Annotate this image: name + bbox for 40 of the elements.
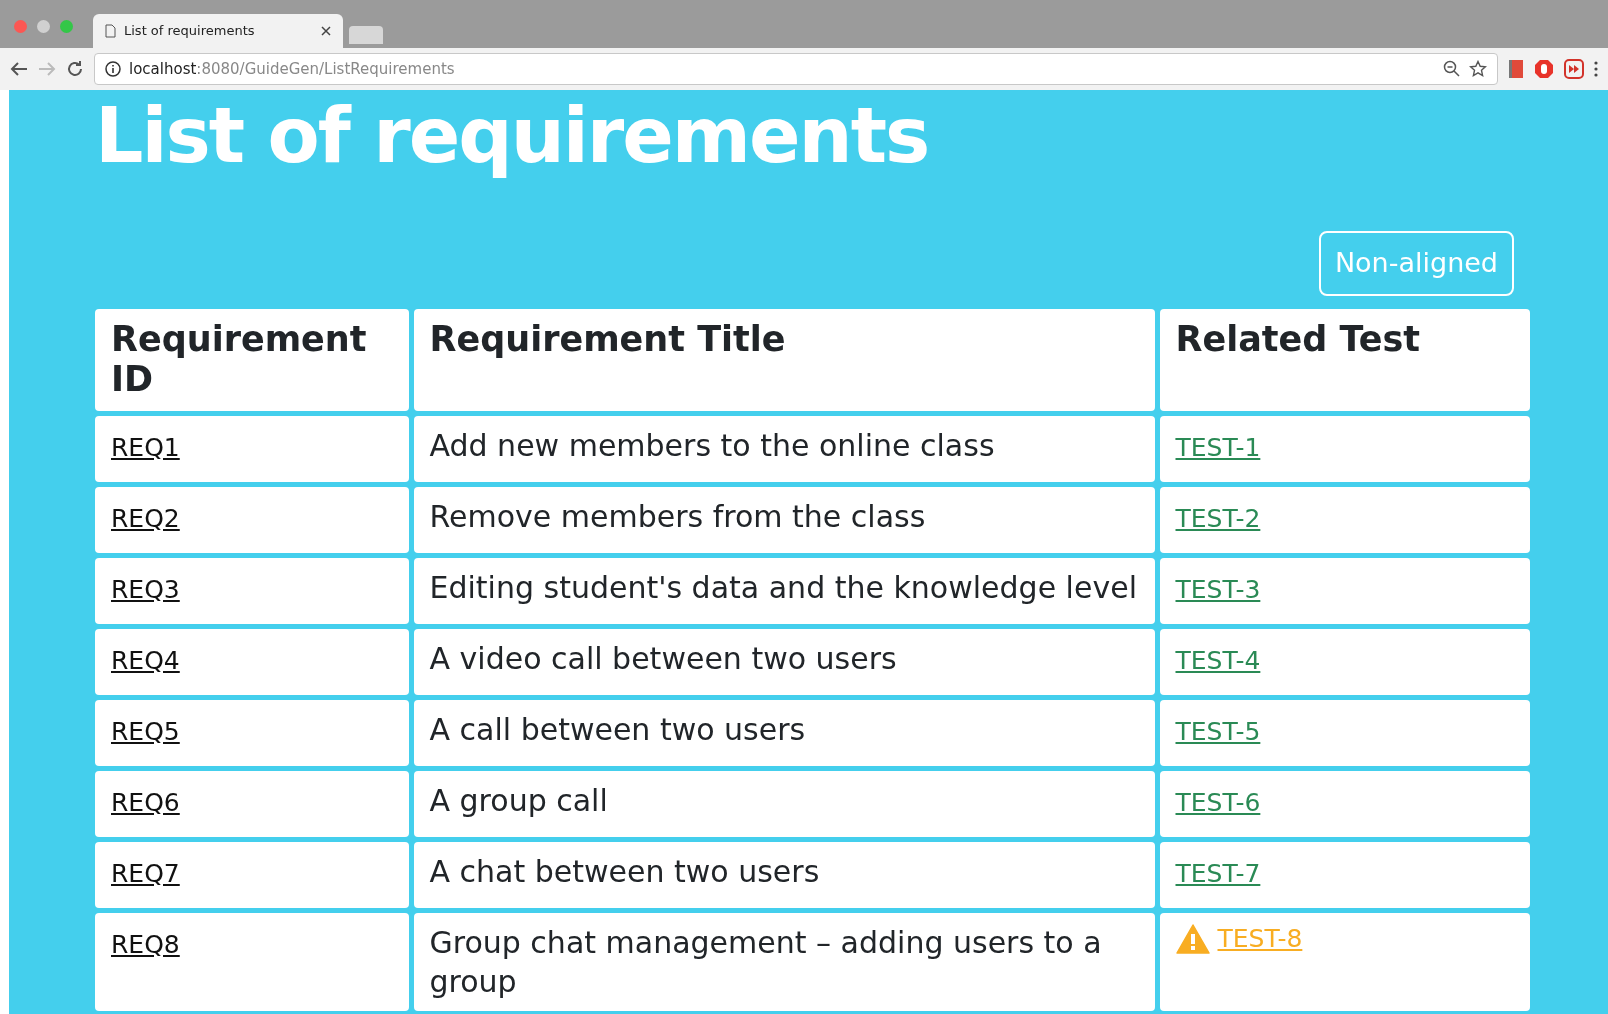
back-icon[interactable]	[10, 61, 28, 77]
zoom-out-icon[interactable]	[1443, 60, 1461, 78]
requirement-id-link[interactable]: REQ4	[111, 645, 180, 675]
requirement-id-link[interactable]: REQ6	[111, 787, 180, 817]
test-link[interactable]: TEST-1	[1175, 431, 1261, 464]
browser-tab[interactable]: List of requirements	[93, 14, 343, 48]
page-icon	[105, 24, 116, 38]
table-cell: Editing student's data and the knowledge level	[413, 557, 1155, 624]
column-header: Requirement ID	[95, 308, 409, 411]
requirement-id-link[interactable]: REQ7	[111, 858, 180, 888]
menu-icon[interactable]	[1594, 61, 1598, 77]
table-cell: A call between two users	[413, 699, 1155, 766]
url-text: localhost:8080/GuideGen/ListRequirements	[129, 58, 456, 80]
star-icon[interactable]	[1469, 60, 1487, 78]
table-cell: Remove members from the class	[413, 486, 1155, 553]
test-link[interactable]: TEST-3	[1175, 573, 1261, 606]
test-link[interactable]: TEST-4	[1175, 644, 1261, 677]
requirement-id-link[interactable]: REQ5	[111, 716, 180, 746]
fast-forward-icon[interactable]	[1564, 59, 1584, 79]
requirement-id-link[interactable]: REQ8	[111, 929, 180, 959]
tab-title: List of requirements	[124, 22, 256, 41]
column-header: Requirement Title	[413, 308, 1155, 411]
table-cell: Add new members to the online class	[413, 415, 1155, 482]
test-link[interactable]: TEST-6	[1175, 786, 1261, 819]
table-cell: Group chat management – adding users to a group	[413, 912, 1155, 1011]
column-header: Related Test	[1159, 308, 1530, 411]
info-icon[interactable]	[105, 61, 121, 77]
address-bar[interactable]: localhost:8080/GuideGen/ListRequirements	[94, 53, 1498, 85]
reload-icon[interactable]	[66, 60, 84, 78]
book-icon[interactable]	[1508, 59, 1524, 79]
table-cell: A video call between two users	[413, 628, 1155, 695]
test-link[interactable]: TEST-5	[1175, 715, 1261, 748]
table-cell: A group call	[413, 770, 1155, 837]
table-cell: A chat between two users	[413, 841, 1155, 908]
requirement-id-link[interactable]: REQ3	[111, 574, 180, 604]
requirement-id-link[interactable]: REQ2	[111, 503, 180, 533]
test-link[interactable]: TEST-7	[1175, 857, 1261, 890]
test-link[interactable]: TEST-2	[1175, 502, 1261, 535]
requirement-id-link[interactable]: REQ1	[111, 432, 180, 462]
close-icon[interactable]	[321, 26, 331, 36]
